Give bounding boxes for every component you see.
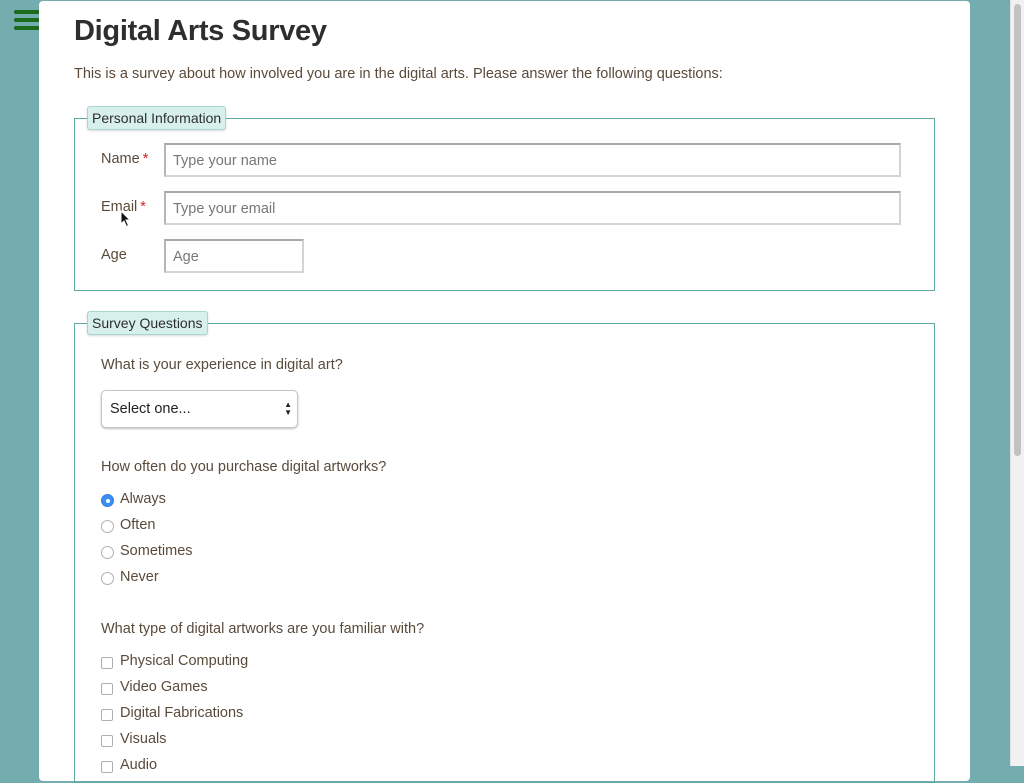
checkbox-icon[interactable] [101,709,113,721]
name-required-mark: * [142,151,149,167]
scrollbar-thumb[interactable] [1014,4,1021,456]
vertical-scrollbar[interactable] [1010,0,1024,766]
experience-question: What is your experience in digital art? [101,357,343,373]
radio-unchecked-icon[interactable] [101,520,114,533]
intro-text: This is a survey about how involved you … [74,66,723,82]
experience-select[interactable]: Select one... ▲ ▼ [101,390,298,428]
name-label: Name * [101,151,148,167]
checkbox-icon[interactable] [101,761,113,773]
survey-questions-fieldset: Survey Questions What is your experience… [74,311,935,783]
checkbox-option-label: Visuals [120,731,167,747]
radio-unchecked-icon[interactable] [101,572,114,585]
checkbox-option-label: Video Games [120,679,208,695]
purchase-frequency-question: How often do you purchase digital artwor… [101,459,387,475]
select-arrows-icon: ▲ ▼ [284,400,292,417]
experience-select-value: Select one... [110,401,191,417]
radio-option-label: Always [120,491,166,507]
page-title: Digital Arts Survey [74,15,327,47]
name-label-text: Name [101,151,140,167]
survey-card: Digital Arts Survey This is a survey abo… [39,1,970,783]
radio-option-label: Sometimes [120,543,193,559]
radio-unchecked-icon[interactable] [101,546,114,559]
checkbox-icon[interactable] [101,683,113,695]
radio-checked-icon[interactable] [101,494,114,507]
personal-info-fieldset: Personal Information Name * Type your nam… [74,106,935,291]
checkbox-option-label: Digital Fabrications [120,705,244,721]
radio-option-label: Never [120,569,159,585]
checkbox-option-label: Physical Computing [120,653,249,669]
checkbox-icon[interactable] [101,735,113,747]
radio-option-label: Often [120,517,156,533]
name-field[interactable]: Type your name [164,143,901,177]
checkbox-option-label: Audio [120,757,158,773]
age-field[interactable]: Age [164,239,304,273]
email-field[interactable]: Type your email [164,191,901,225]
personal-info-legend: Personal Information [87,106,227,130]
email-required-mark: * [140,199,146,215]
checkbox-icon[interactable] [101,657,113,669]
artwork-types-question: What type of digital artworks are you fa… [101,621,425,637]
hamburger-menu-icon[interactable] [14,10,40,34]
mouse-pointer-icon [120,210,132,228]
survey-questions-legend: Survey Questions [87,311,208,335]
age-label: Age [101,247,127,263]
